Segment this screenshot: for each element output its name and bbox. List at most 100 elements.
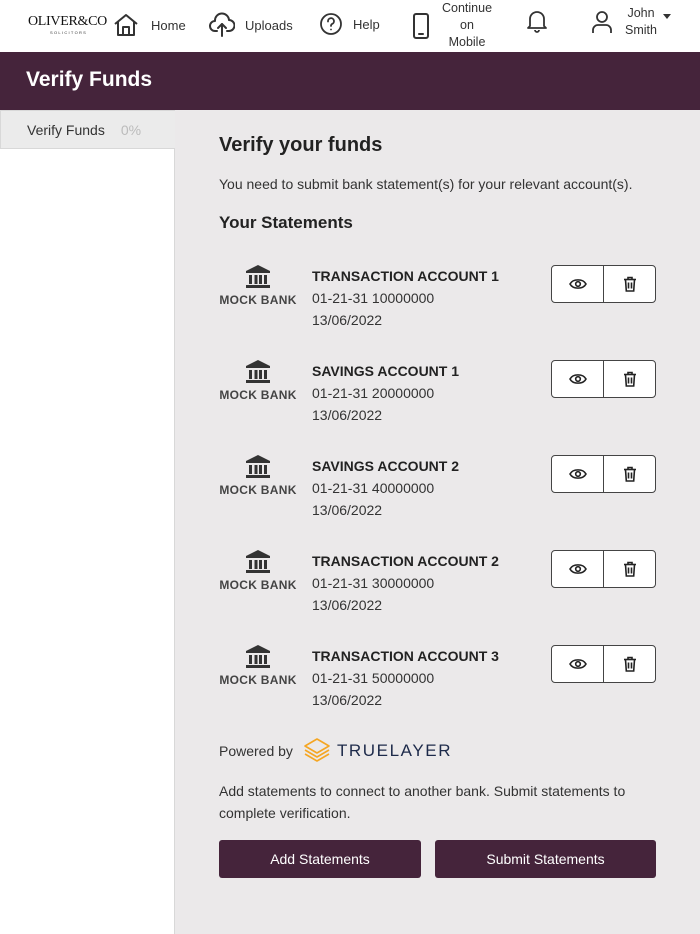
- bank-icon: [246, 265, 270, 288]
- statement-date: 13/06/2022: [312, 312, 383, 328]
- statement-actions: [551, 455, 656, 493]
- statement-actions: [551, 265, 656, 303]
- bank-name: MOCK BANK: [219, 673, 297, 687]
- eye-icon: [568, 374, 587, 384]
- truelayer-logo: TRUELAYER: [303, 737, 452, 765]
- sidebar: Verify Funds 0%: [0, 110, 175, 934]
- account-number: 01-21-31 50000000: [312, 670, 435, 686]
- user-last-name: Smith: [625, 23, 657, 37]
- bank-logo: MOCK BANK: [219, 360, 297, 402]
- nav-home-label: Home: [151, 17, 186, 33]
- sidebar-item-verify-funds[interactable]: Verify Funds 0%: [0, 110, 175, 149]
- view-statement-button[interactable]: [552, 646, 603, 682]
- bank-name: MOCK BANK: [219, 388, 297, 402]
- delete-statement-button[interactable]: [603, 361, 655, 397]
- bank-icon: [246, 550, 270, 573]
- add-statements-button[interactable]: Add Statements: [219, 840, 421, 878]
- delete-statement-button[interactable]: [603, 646, 655, 682]
- account-name: TRANSACTION ACCOUNT 2: [312, 553, 499, 569]
- statements-heading: Your Statements: [219, 213, 353, 232]
- user-name: John Smith: [623, 5, 659, 39]
- view-statement-button[interactable]: [552, 456, 603, 492]
- main-heading: Verify your funds: [219, 134, 383, 156]
- powered-by: Powered by TRUELAYER: [219, 737, 452, 765]
- user-menu[interactable]: John Smith: [591, 5, 671, 39]
- nav-home[interactable]: Home: [113, 12, 186, 38]
- account-name: TRANSACTION ACCOUNT 1: [312, 268, 499, 284]
- logo-text: OLIVER&CO: [28, 14, 107, 29]
- bank-name: MOCK BANK: [219, 578, 297, 592]
- statement-date: 13/06/2022: [312, 407, 383, 423]
- sidebar-item-label: Verify Funds: [27, 121, 105, 138]
- account-name: SAVINGS ACCOUNT 1: [312, 363, 460, 379]
- logo-subtext: SOLICITORS: [50, 30, 88, 35]
- bank-icon: [246, 645, 270, 668]
- nav-uploads-label: Uploads: [245, 17, 293, 33]
- nav-mobile-label: Continue on Mobile: [442, 0, 492, 51]
- nav-notifications[interactable]: [525, 8, 549, 34]
- account-details: TRANSACTION ACCOUNT 2 01-21-31 30000000 …: [312, 550, 499, 616]
- trash-icon: [623, 371, 636, 387]
- view-statement-button[interactable]: [552, 551, 603, 587]
- nav-continue-mobile[interactable]: Continue on Mobile: [412, 0, 492, 51]
- trash-icon: [623, 561, 636, 577]
- user-icon: [592, 11, 612, 33]
- eye-icon: [568, 659, 587, 669]
- bell-icon: [527, 11, 547, 33]
- eye-icon: [568, 279, 587, 289]
- view-statement-button[interactable]: [552, 361, 603, 397]
- eye-icon: [568, 564, 587, 574]
- account-number: 01-21-31 10000000: [312, 290, 435, 306]
- bank-logo: MOCK BANK: [219, 550, 297, 592]
- bank-logo: MOCK BANK: [219, 645, 297, 687]
- view-statement-button[interactable]: [552, 266, 603, 302]
- intro-text: You need to submit bank statement(s) for…: [219, 176, 633, 192]
- delete-statement-button[interactable]: [603, 266, 655, 302]
- bank-icon: [246, 455, 270, 478]
- nav-mobile-line2: on: [460, 18, 474, 32]
- nav-help-label: Help: [353, 16, 380, 32]
- upload-icon: [209, 12, 235, 37]
- submit-statements-button[interactable]: Submit Statements: [435, 840, 656, 878]
- bank-logo: MOCK BANK: [219, 455, 297, 497]
- account-details: TRANSACTION ACCOUNT 1 01-21-31 10000000 …: [312, 265, 499, 331]
- delete-statement-button[interactable]: [603, 456, 655, 492]
- main-content: Verify your funds You need to submit ban…: [175, 110, 700, 934]
- bank-name: MOCK BANK: [219, 483, 297, 497]
- bank-logo: MOCK BANK: [219, 265, 297, 307]
- eye-icon: [568, 469, 587, 479]
- statement-actions: [551, 550, 656, 588]
- instructions-text: Add statements to connect to another ban…: [219, 783, 626, 821]
- statement-row: MOCK BANK TRANSACTION ACCOUNT 1 01-21-31…: [219, 265, 659, 341]
- statement-actions: [551, 645, 656, 683]
- nav-mobile-line1: Continue: [442, 1, 493, 15]
- logo[interactable]: OLIVER&CO SOLICITORS: [28, 14, 107, 38]
- statement-row: MOCK BANK SAVINGS ACCOUNT 1 01-21-31 200…: [219, 360, 659, 436]
- truelayer-cube-icon: [304, 738, 330, 762]
- home-icon: [114, 14, 138, 36]
- account-details: SAVINGS ACCOUNT 2 01-21-31 40000000 13/0…: [312, 455, 459, 521]
- trash-icon: [623, 466, 636, 482]
- account-name: TRANSACTION ACCOUNT 3: [312, 648, 499, 664]
- trash-icon: [623, 656, 636, 672]
- powered-by-label: Powered by: [219, 743, 293, 759]
- statement-row: MOCK BANK SAVINGS ACCOUNT 2 01-21-31 400…: [219, 455, 659, 531]
- delete-statement-button[interactable]: [603, 551, 655, 587]
- statement-actions: [551, 360, 656, 398]
- nav-uploads[interactable]: Uploads: [209, 12, 293, 38]
- truelayer-brand: TRUELAYER: [336, 741, 453, 760]
- statement-date: 13/06/2022: [312, 692, 383, 708]
- account-name: SAVINGS ACCOUNT 2: [312, 458, 460, 474]
- user-first-name: John: [627, 6, 655, 20]
- account-number: 01-21-31 40000000: [312, 480, 435, 496]
- statement-date: 13/06/2022: [312, 502, 383, 518]
- nav-help[interactable]: Help: [319, 12, 380, 36]
- trash-icon: [623, 276, 636, 292]
- nav-mobile-line3: Mobile: [448, 35, 486, 49]
- statement-date: 13/06/2022: [312, 597, 383, 613]
- page-title: Verify Funds: [26, 68, 153, 91]
- bank-name: MOCK BANK: [219, 293, 297, 307]
- sidebar-item-progress: 0%: [120, 121, 142, 138]
- help-icon: [320, 13, 342, 35]
- account-number: 01-21-31 20000000: [312, 385, 435, 401]
